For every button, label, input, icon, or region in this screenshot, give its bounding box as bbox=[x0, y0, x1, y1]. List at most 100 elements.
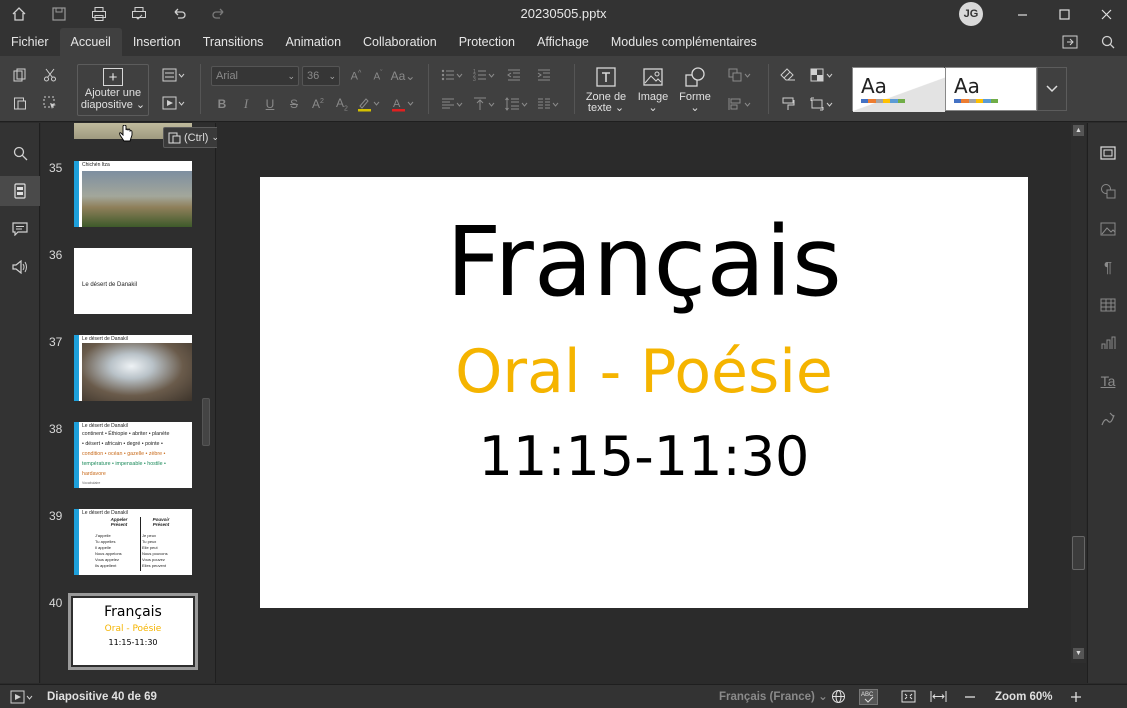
tab-modules[interactable]: Modules complémentaires bbox=[600, 28, 768, 56]
accent-strip bbox=[74, 509, 79, 575]
signature-settings-icon[interactable] bbox=[1088, 404, 1127, 434]
vertical-align-icon[interactable] bbox=[472, 94, 498, 114]
align-shapes-icon[interactable] bbox=[726, 94, 754, 114]
play-slideshow-icon[interactable] bbox=[10, 685, 34, 708]
tab-fichier[interactable]: Fichier bbox=[0, 28, 60, 56]
table-settings-icon[interactable] bbox=[1088, 290, 1127, 320]
clear-style-icon[interactable] bbox=[778, 65, 798, 85]
slideshow-start-icon[interactable] bbox=[160, 93, 188, 113]
quick-print-icon[interactable] bbox=[128, 3, 150, 25]
columns-icon[interactable] bbox=[536, 94, 562, 114]
home-icon[interactable] bbox=[8, 3, 30, 25]
zoom-level-label[interactable]: Zoom 60% bbox=[995, 685, 1053, 708]
canvas-scrollbar[interactable]: ▲ ▼ bbox=[1071, 123, 1086, 663]
maximize-button[interactable] bbox=[1043, 0, 1085, 28]
slide-thumbnail-38[interactable]: Le désert de Danakil continent • Éthiopi… bbox=[74, 422, 192, 488]
slides-panel-icon[interactable] bbox=[0, 176, 40, 206]
align-left-icon[interactable] bbox=[440, 94, 466, 114]
scroll-down-icon[interactable]: ▼ bbox=[1073, 648, 1084, 659]
redo-icon[interactable] bbox=[208, 3, 230, 25]
print-icon[interactable] bbox=[88, 3, 110, 25]
quick-access-toolbar bbox=[0, 0, 248, 28]
zoom-in-button[interactable] bbox=[1070, 685, 1082, 708]
slide-thumbnail-36[interactable]: Le désert de Danakil bbox=[74, 248, 192, 314]
bold-icon[interactable]: B bbox=[212, 94, 232, 114]
strikethrough-icon[interactable]: S bbox=[284, 94, 304, 114]
add-slide-button[interactable]: + Ajouter une diapositive ⌄ bbox=[77, 64, 149, 116]
undo-icon[interactable] bbox=[168, 3, 190, 25]
close-button[interactable] bbox=[1085, 0, 1127, 28]
arrange-icon[interactable] bbox=[726, 65, 754, 85]
tab-animation[interactable]: Animation bbox=[274, 28, 352, 56]
superscript-icon[interactable]: A2 bbox=[308, 94, 328, 114]
open-file-location-icon[interactable] bbox=[1051, 28, 1089, 56]
search-icon[interactable] bbox=[1089, 28, 1127, 56]
fit-width-icon[interactable] bbox=[930, 685, 947, 708]
slide-size-icon[interactable] bbox=[808, 94, 836, 114]
slide-title[interactable]: Français bbox=[260, 207, 1028, 317]
globe-icon[interactable] bbox=[831, 685, 846, 708]
slide-settings-icon[interactable] bbox=[1088, 138, 1127, 168]
slide-subtitle[interactable]: Oral - Poésie bbox=[260, 337, 1028, 407]
theme-2-thumbnail[interactable]: Aa bbox=[945, 67, 1037, 111]
slide-thumbnail-40[interactable]: Français Oral - Poésie 11:15-11:30 bbox=[68, 593, 198, 670]
decrease-font-icon[interactable]: Aˇ bbox=[368, 66, 388, 86]
more-themes-button[interactable] bbox=[1037, 67, 1067, 111]
subscript-icon[interactable]: A2 bbox=[332, 94, 352, 114]
theme-1-thumbnail[interactable]: Aa bbox=[852, 67, 945, 112]
font-size-select[interactable]: 36 ⌄ bbox=[302, 66, 340, 86]
select-all-icon[interactable] bbox=[40, 93, 60, 113]
underline-icon[interactable]: U bbox=[260, 94, 280, 114]
text-art-settings-icon[interactable]: Ta bbox=[1088, 366, 1127, 396]
highlight-color-icon[interactable] bbox=[356, 94, 382, 114]
tab-protection[interactable]: Protection bbox=[448, 28, 526, 56]
avatar[interactable]: JG bbox=[959, 2, 983, 26]
paste-icon[interactable] bbox=[10, 93, 30, 113]
search-icon[interactable] bbox=[0, 138, 40, 168]
cut-icon[interactable] bbox=[40, 65, 60, 85]
feedback-icon[interactable] bbox=[0, 252, 40, 282]
spellcheck-icon[interactable]: ABC bbox=[859, 685, 878, 708]
italic-icon[interactable]: I bbox=[236, 94, 256, 114]
font-color-icon[interactable]: A bbox=[390, 94, 416, 114]
zoom-out-button[interactable] bbox=[964, 685, 976, 708]
slide-thumbnail-39[interactable]: Le désert de Danakil Appeler Présent Pou… bbox=[74, 509, 192, 575]
paragraph-settings-icon[interactable]: ¶ bbox=[1088, 252, 1127, 282]
fit-slide-icon[interactable] bbox=[901, 685, 916, 708]
decrease-indent-icon[interactable] bbox=[504, 65, 524, 85]
minimize-button[interactable] bbox=[1001, 0, 1043, 28]
shape-button[interactable]: Forme ⌄ bbox=[676, 64, 714, 114]
copy-style-icon[interactable] bbox=[778, 94, 798, 114]
scroll-up-icon[interactable]: ▲ bbox=[1073, 125, 1084, 136]
numbered-list-icon[interactable]: 123 bbox=[472, 65, 498, 85]
slide-layout-icon[interactable] bbox=[160, 65, 188, 85]
change-case-icon[interactable]: Aa⌄ bbox=[390, 66, 416, 86]
tab-transitions[interactable]: Transitions bbox=[192, 28, 275, 56]
shape-settings-icon[interactable] bbox=[1088, 176, 1127, 206]
tab-affichage[interactable]: Affichage bbox=[526, 28, 600, 56]
tab-accueil[interactable]: Accueil bbox=[59, 28, 122, 56]
tab-collaboration[interactable]: Collaboration bbox=[352, 28, 448, 56]
copy-icon[interactable] bbox=[10, 65, 30, 85]
language-select[interactable]: Français (France) ⌄ bbox=[719, 685, 828, 708]
comments-icon[interactable] bbox=[0, 214, 40, 244]
slide-thumbnail-35[interactable]: Chichén Itza bbox=[74, 161, 192, 227]
image-settings-icon[interactable] bbox=[1088, 214, 1127, 244]
status-bar: Diapositive 40 de 69 Français (France) ⌄… bbox=[0, 684, 1127, 708]
line-spacing-icon[interactable] bbox=[504, 94, 530, 114]
image-button[interactable]: Image ⌄ bbox=[634, 64, 672, 114]
chart-settings-icon[interactable] bbox=[1088, 328, 1127, 358]
scrollbar-thumb[interactable] bbox=[1072, 536, 1085, 570]
current-slide[interactable]: Français Oral - Poésie 11:15-11:30 bbox=[260, 177, 1028, 608]
bullet-list-icon[interactable] bbox=[440, 65, 466, 85]
fill-color-icon[interactable] bbox=[808, 65, 836, 85]
save-icon[interactable] bbox=[48, 3, 70, 25]
tab-insertion[interactable]: Insertion bbox=[122, 28, 192, 56]
panel-scrollbar[interactable] bbox=[202, 398, 210, 446]
text-box-button[interactable]: Zone de texte ⌄ bbox=[582, 64, 630, 114]
increase-font-icon[interactable]: A^ bbox=[346, 66, 366, 86]
font-name-select[interactable]: Arial ⌄ bbox=[211, 66, 299, 86]
slide-time[interactable]: 11:15-11:30 bbox=[260, 425, 1028, 489]
slide-thumbnail-37[interactable]: Le désert de Danakil bbox=[74, 335, 192, 401]
increase-indent-icon[interactable] bbox=[534, 65, 554, 85]
